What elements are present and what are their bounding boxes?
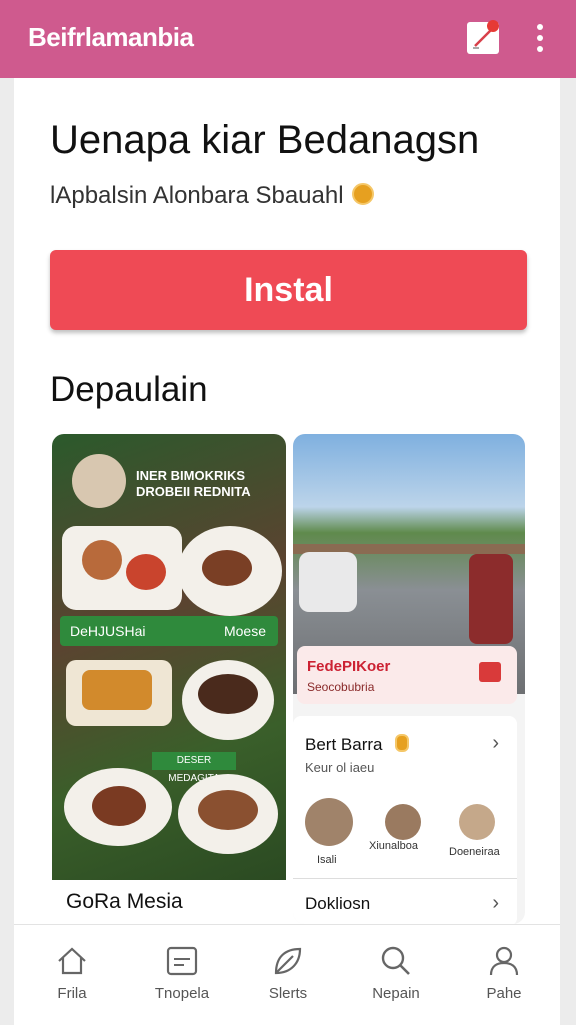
avatar-label: Isali: [317, 854, 337, 866]
nav-label: Nepain: [372, 985, 420, 1002]
nav-item-home[interactable]: Frila: [22, 945, 122, 1002]
chevron-right-icon[interactable]: ›: [492, 892, 499, 915]
nav-item-search[interactable]: Nepain: [346, 945, 446, 1002]
developer-line: lApbalsin Alonbara Sbauahl: [50, 182, 374, 210]
food-item: [92, 786, 146, 826]
food-item: [198, 790, 258, 830]
details-row-label[interactable]: Dokliosn: [305, 894, 370, 914]
avatar[interactable]: [459, 804, 495, 840]
developer-name: lApbalsin Alonbara Sbauahl: [50, 182, 344, 209]
search-icon: [381, 946, 410, 975]
pedestrian: [469, 554, 513, 644]
promo-line-1: INER BIMOKRIKS: [136, 468, 246, 483]
leaf-icon: [274, 947, 302, 975]
places-row-subtitle: Keur ol iaeu: [305, 760, 375, 775]
app-bar: Beifrlamanbia: [0, 0, 576, 78]
avatar-label: Xiunalboa: [369, 840, 418, 852]
banner-left-text: DeHJUSHai: [70, 623, 146, 639]
list-icon: [166, 946, 198, 976]
menu-banner: DeHJUSHai Moese: [60, 616, 278, 646]
promo-line-2: DROBEII REDNITA: [136, 484, 251, 499]
car: [299, 552, 357, 612]
nav-label: Slerts: [268, 985, 308, 1002]
places-card: Bert Barra Keur ol iaeu › Isali Xiunalbo…: [293, 716, 517, 924]
food-menu-artwork: INER BIMOKRIKS DROBEII REDNITA DeHJUSHai…: [52, 434, 286, 880]
screenshot-2[interactable]: FedePIKoer Seocobubria Bert Barra Keur o…: [293, 434, 525, 924]
nav-label: Tnopela: [154, 985, 210, 1002]
nav-item-leaf[interactable]: Slerts: [238, 945, 338, 1002]
screenshot-1[interactable]: INER BIMOKRIKS DROBEII REDNITA DeHJUSHai…: [52, 434, 286, 924]
avatar[interactable]: [305, 798, 353, 846]
screenshot-1-caption: GoRa Mesia: [66, 890, 183, 913]
nav-item-profile[interactable]: Pahe: [454, 945, 554, 1002]
badge-icon: [351, 183, 374, 205]
menu-sign: DESER MEDAGITA: [152, 752, 236, 784]
delivery-card[interactable]: FedePIKoer Seocobubria: [297, 646, 517, 704]
person-icon: [489, 946, 519, 976]
chef-avatar: [72, 454, 126, 508]
more-vert-icon[interactable]: [530, 24, 550, 56]
food-item: [198, 674, 258, 714]
app-bar-title: Beifrlamanbia: [28, 22, 194, 52]
food-item: [126, 554, 166, 590]
bottom-nav: Frila Tnopela Slerts Nepain Pahe: [14, 924, 560, 1025]
divider: [293, 878, 517, 879]
food-item: [82, 670, 152, 710]
truck-icon: [479, 662, 501, 682]
avatar[interactable]: [385, 804, 421, 840]
food-item: [82, 540, 122, 580]
nav-label: Frila: [57, 985, 87, 1002]
delivery-card-title: FedePIKoer: [307, 658, 391, 675]
home-icon: [58, 947, 86, 975]
install-button[interactable]: Instal: [50, 250, 527, 330]
nav-item-list[interactable]: Tnopela: [132, 945, 232, 1002]
notification-dot: [487, 20, 499, 32]
chevron-right-icon[interactable]: ›: [492, 732, 499, 755]
places-row-title[interactable]: Bert Barra: [305, 734, 410, 755]
promo-text: INER BIMOKRIKS DROBEII REDNITA: [136, 468, 251, 500]
banner-right-text: Moese: [223, 623, 266, 639]
avatar-label: Doeneiraa: [449, 846, 500, 858]
nav-label: Pahe: [486, 985, 522, 1002]
screenshots-section-title: Depaulain: [50, 370, 208, 409]
badge-icon: [395, 734, 410, 752]
app-name: Uenapa kiar Bedanagsn: [50, 118, 480, 162]
delivery-card-subtitle: Seocobubria: [307, 680, 375, 694]
places-row-label: Bert Barra: [305, 735, 383, 754]
food-item: [202, 550, 252, 586]
